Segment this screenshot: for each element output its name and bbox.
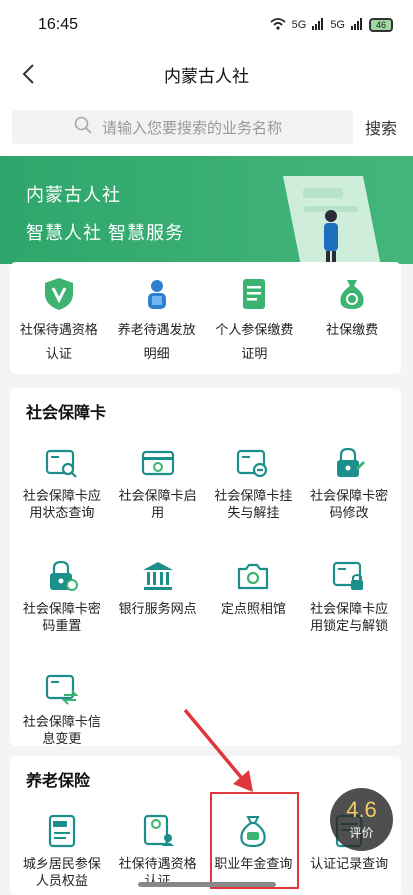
navigation-bar: 内蒙古人社 (0, 50, 413, 98)
service-label: 银行服务网点 (118, 601, 197, 616)
signal-label-2: 5G (330, 19, 345, 31)
bank-icon (142, 562, 173, 590)
section-title: 社会保障卡 (26, 405, 107, 422)
signal-label-1: 5G (291, 19, 307, 31)
rating-score: 4.6 (346, 796, 377, 822)
service-label: 城乡居民参保人员权益 (22, 856, 101, 888)
search-button[interactable]: 搜索 (365, 115, 401, 139)
wifi-icon (270, 17, 286, 33)
quick-services: 社保待遇资格认证 养老待遇发放明细 个人参保缴费证明 社保缴费 (10, 262, 401, 374)
card-lock-icon (333, 561, 364, 590)
service-item[interactable]: 定点照相馆 (206, 546, 302, 659)
card-search-icon (45, 449, 77, 478)
document-icon (243, 279, 266, 309)
quick-label: 社保待遇资格认证 (19, 322, 98, 361)
service-label: 社会保障卡应用锁定与解锁 (310, 601, 389, 633)
card-activate-icon (141, 450, 174, 476)
search-icon (74, 116, 92, 138)
service-item[interactable]: 城乡居民参保人员权益 (14, 801, 110, 895)
page-title: 内蒙古人社 (164, 66, 249, 86)
service-label: 社会保障卡应用状态查询 (22, 488, 101, 520)
rural-doc-icon (48, 814, 75, 848)
quick-item-payment[interactable]: 社保缴费 (303, 262, 401, 374)
service-item[interactable]: 银行服务网点 (110, 546, 206, 659)
service-label: 社会保障卡挂失与解挂 (214, 488, 293, 520)
annotation-arrow (183, 708, 253, 792)
rating-label: 评价 (349, 825, 374, 840)
banner[interactable]: 内蒙古人社 智慧人社 智慧服务 (0, 156, 413, 264)
money-bag-icon (340, 280, 364, 309)
search-bar: 请输入您要搜索的业务名称 搜索 (0, 98, 413, 156)
service-label: 社会保障卡密码重置 (22, 601, 101, 633)
card-change-icon (45, 674, 79, 705)
quick-item-pension-details[interactable]: 养老待遇发放明细 (108, 262, 206, 374)
service-label: 社会保障卡密码修改 (310, 488, 389, 520)
status-bar: 16:45 5G 5G 46 (0, 0, 413, 50)
service-label: 定点照相馆 (220, 601, 286, 616)
banner-illustration (283, 176, 381, 264)
signal-icon (312, 17, 324, 33)
service-item[interactable]: 社保待遇资格认证 (110, 801, 206, 895)
service-item[interactable]: 社会保障卡挂失与解挂 (206, 433, 302, 546)
camera-icon (238, 563, 269, 590)
back-icon[interactable] (16, 60, 44, 88)
lock-edit-icon (337, 447, 366, 477)
home-indicator[interactable] (138, 882, 276, 887)
quick-item-qualification[interactable]: 社保待遇资格认证 (10, 262, 108, 374)
service-item[interactable]: 社会保障卡启用 (110, 433, 206, 546)
annotation-highlight-box (210, 792, 299, 889)
card-loss-icon (237, 449, 268, 478)
service-item[interactable]: 社会保障卡密码修改 (301, 433, 397, 546)
search-placeholder: 请输入您要搜索的业务名称 (102, 119, 283, 137)
battery-icon: 46 (369, 18, 393, 32)
service-item[interactable]: 社会保障卡应用锁定与解锁 (301, 546, 397, 659)
service-item[interactable]: 社会保障卡密码重置 (14, 546, 110, 659)
quick-item-payment-certificate[interactable]: 个人参保缴费证明 (206, 262, 304, 374)
rating-button[interactable]: 4.6 评价 (330, 788, 393, 851)
shield-v-icon (44, 278, 73, 310)
social-security-card-section: 社会保障卡 社会保障卡应用状态查询 社会保障卡启用 社会保障卡挂失与解挂 社会保… (10, 388, 401, 746)
service-item[interactable]: 社会保障卡应用状态查询 (14, 433, 110, 546)
service-label: 社会保障卡信息变更 (22, 714, 101, 746)
quick-label: 社保缴费 (326, 322, 379, 337)
signal-icon-2 (351, 17, 363, 33)
quick-label: 个人参保缴费证明 (215, 322, 294, 361)
status-time: 16:45 (38, 16, 79, 33)
service-label: 社会保障卡启用 (118, 488, 197, 520)
service-label: 认证记录查询 (310, 856, 389, 871)
status-icons: 5G 5G 46 (270, 17, 393, 33)
worker-icon (147, 280, 166, 309)
cert-person-icon (143, 814, 174, 846)
quick-label: 养老待遇发放明细 (117, 322, 196, 361)
lock-reset-icon (49, 560, 78, 591)
search-input[interactable]: 请输入您要搜索的业务名称 (12, 110, 353, 144)
